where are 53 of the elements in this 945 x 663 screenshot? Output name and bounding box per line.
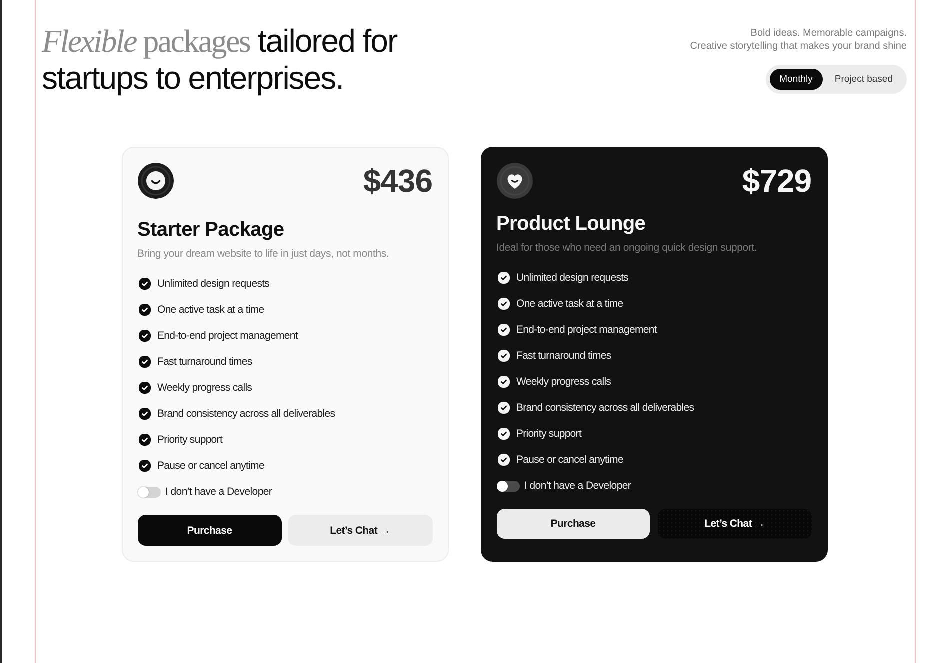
toggle-label: I don’t have a Developer [524,480,632,492]
feature-text: Weekly progress calls [516,376,612,388]
check-icon [138,382,150,394]
page-heading: Flexible packages tailored for startups to enterprises. [42,23,399,97]
package-description: Ideal for those who need an ongoing quick design support. [496,241,758,255]
check-icon [138,434,150,446]
check-icon [498,350,510,362]
feature-text: Weekly progress calls [158,382,252,394]
toggle-switch[interactable] [496,480,520,492]
check-icon [498,454,510,466]
billing-tab[interactable]: Monthly [770,69,823,90]
check-icon [498,428,510,440]
check-icon [138,408,150,420]
toggle-label: I don’t have a Developer [166,486,272,498]
feature-text: Priority support [158,434,223,446]
check-icon [498,376,510,388]
toggle-switch[interactable] [138,486,160,498]
feature-text: Priority support [516,428,582,440]
tagline-text: Creative storytelling that makes your brand shine [690,40,907,53]
purchase-button[interactable]: Purchase [496,509,650,539]
package-title: Product Lounge [496,212,647,237]
package-title: Starter Package [138,218,286,243]
feature-text: Unlimited design requests [158,278,270,290]
feature-text: One active task at a time [158,304,264,316]
smiley-icon [138,163,174,199]
check-icon [498,324,510,336]
feature-text: One active task at a time [516,298,624,310]
heart-icon [496,163,532,199]
feature-text: Pause or cancel anytime [516,454,624,466]
price-text: $729 [742,163,812,199]
billing-tab[interactable]: Project based [824,69,903,90]
price-text: $436 [363,163,432,199]
chat-button[interactable]: Let’s Chat → [288,515,432,546]
feature-text: Pause or cancel anytime [158,460,264,472]
feature-text: End-to-end project management [516,324,657,336]
package-description: Bring your dream website to life in just days, not months. [138,247,390,261]
check-icon [138,278,150,290]
feature-text: Brand consistency across all deliverables [516,402,694,414]
feature-text: Fast turnaround times [516,350,612,362]
feature-text: Unlimited design requests [516,272,629,284]
chat-button[interactable]: Let’s Chat → [658,509,812,539]
purchase-button[interactable]: Purchase [138,515,282,546]
feature-text: Fast turnaround times [158,356,252,368]
check-icon [138,304,150,316]
tagline-text: Bold ideas. Memorable campaigns. [750,27,907,40]
check-icon [138,460,150,472]
check-icon [498,272,510,284]
check-icon [498,402,510,414]
feature-text: End-to-end project management [158,330,298,342]
check-icon [138,356,150,368]
check-icon [498,298,510,310]
feature-text: Brand consistency across all deliverables [158,408,336,420]
check-icon [138,330,150,342]
